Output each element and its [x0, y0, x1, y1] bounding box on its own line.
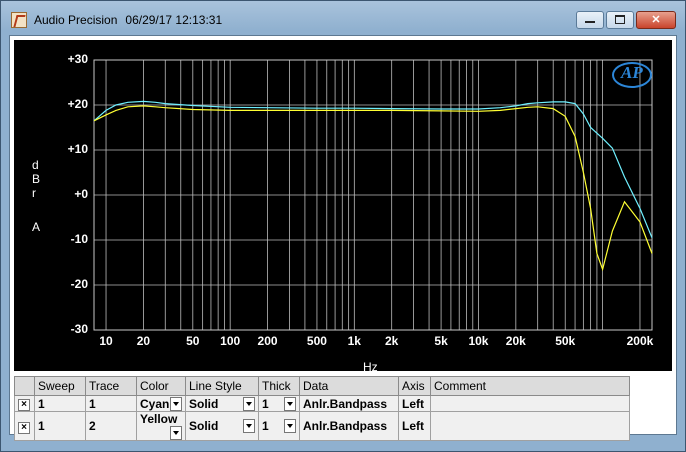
trace-enable-checkbox[interactable]: × — [18, 421, 30, 434]
col-header-sweep[interactable]: Sweep — [34, 376, 86, 396]
comment-cell[interactable] — [430, 411, 630, 441]
table-header-row: Sweep Trace Color Line Style Thick Data … — [14, 376, 630, 396]
trace-enable-checkbox[interactable]: × — [18, 399, 30, 411]
maximize-icon — [615, 15, 625, 25]
app-name: Audio Precision — [34, 13, 118, 27]
color-cell[interactable]: Cyan — [136, 395, 186, 412]
data-cell[interactable]: Anlr.Bandpass — [299, 411, 399, 441]
minimize-button[interactable] — [576, 11, 604, 29]
minimize-icon — [585, 21, 595, 24]
line-style-value: Solid — [189, 396, 219, 411]
thick-cell[interactable]: 1 — [258, 411, 300, 441]
col-header-thick[interactable]: Thick — [258, 376, 300, 396]
line-style-dropdown-icon[interactable] — [243, 396, 255, 411]
sweep-cell[interactable]: 1 — [34, 395, 86, 412]
col-header-line-style[interactable]: Line Style — [185, 376, 259, 396]
line-style-cell[interactable]: Solid — [185, 395, 259, 412]
color-dropdown-icon[interactable] — [170, 426, 182, 440]
axis-cell[interactable]: Left — [398, 411, 431, 441]
graph-client-area: d B r A +30 +20 +10 +0 -10 -20 -30 10 20 50 100 20… — [9, 35, 677, 441]
color-value: Cyan — [140, 396, 170, 411]
ap-logo-text: AP — [621, 63, 643, 82]
color-cell[interactable]: Yellow — [136, 411, 186, 441]
series-yellow-line — [93, 105, 653, 272]
thick-cell[interactable]: 1 — [258, 395, 300, 412]
col-header-color[interactable]: Color — [136, 376, 186, 396]
line-style-dropdown-icon[interactable] — [243, 419, 255, 433]
title-bar[interactable]: Audio Precision 06/29/17 12:13:31 ✕ — [1, 1, 685, 35]
thick-dropdown-icon[interactable] — [284, 419, 296, 433]
color-value: Yellow — [140, 412, 178, 426]
title-datetime: 06/29/17 12:13:31 — [125, 13, 223, 27]
horizontal-gridlines — [94, 59, 652, 331]
trace-cell[interactable]: 1 — [85, 395, 137, 412]
data-cell[interactable]: Anlr.Bandpass — [299, 395, 399, 412]
color-dropdown-icon[interactable] — [170, 396, 182, 411]
maximize-button[interactable] — [606, 11, 634, 29]
col-header-trace[interactable]: Trace — [85, 376, 137, 396]
table-row[interactable]: × 1 2 Yellow Solid 1 Anlr.Bandpass Left — [14, 411, 630, 441]
sweep-cell[interactable]: 1 — [34, 411, 86, 441]
line-style-value: Solid — [189, 419, 219, 433]
audio-precision-app-icon[interactable] — [11, 12, 27, 28]
trace-grid: Sweep Trace Color Line Style Thick Data … — [14, 376, 630, 441]
frequency-response-plot[interactable] — [14, 40, 672, 371]
window-title: Audio Precision 06/29/17 12:13:31 — [34, 13, 230, 27]
plot-panel[interactable]: d B r A +30 +20 +10 +0 -10 -20 -30 10 20 50 100 20… — [14, 40, 672, 374]
thick-value: 1 — [262, 419, 269, 433]
axis-cell[interactable]: Left — [398, 395, 431, 412]
trace-cell[interactable]: 2 — [85, 411, 137, 441]
col-header-comment[interactable]: Comment — [430, 376, 630, 396]
app-window: Audio Precision 06/29/17 12:13:31 ✕ d B r… — [0, 0, 686, 452]
trace-table: Sweep Trace Color Line Style Thick Data … — [14, 374, 672, 441]
table-row[interactable]: × 1 1 Cyan Solid 1 Anlr.Bandpass Left — [14, 395, 630, 412]
row-checkbox-cell[interactable]: × — [14, 395, 35, 412]
line-style-cell[interactable]: Solid — [185, 411, 259, 441]
thick-dropdown-icon[interactable] — [284, 396, 296, 411]
comment-cell[interactable] — [430, 395, 630, 412]
thick-value: 1 — [262, 396, 269, 411]
col-header-axis[interactable]: Axis — [398, 376, 431, 396]
close-button[interactable]: ✕ — [636, 11, 676, 29]
row-checkbox-cell[interactable]: × — [14, 411, 35, 441]
ap-logo: AP — [612, 62, 652, 88]
close-icon: ✕ — [651, 14, 661, 26]
col-header-data[interactable]: Data — [299, 376, 399, 396]
col-header-check[interactable] — [14, 376, 35, 396]
